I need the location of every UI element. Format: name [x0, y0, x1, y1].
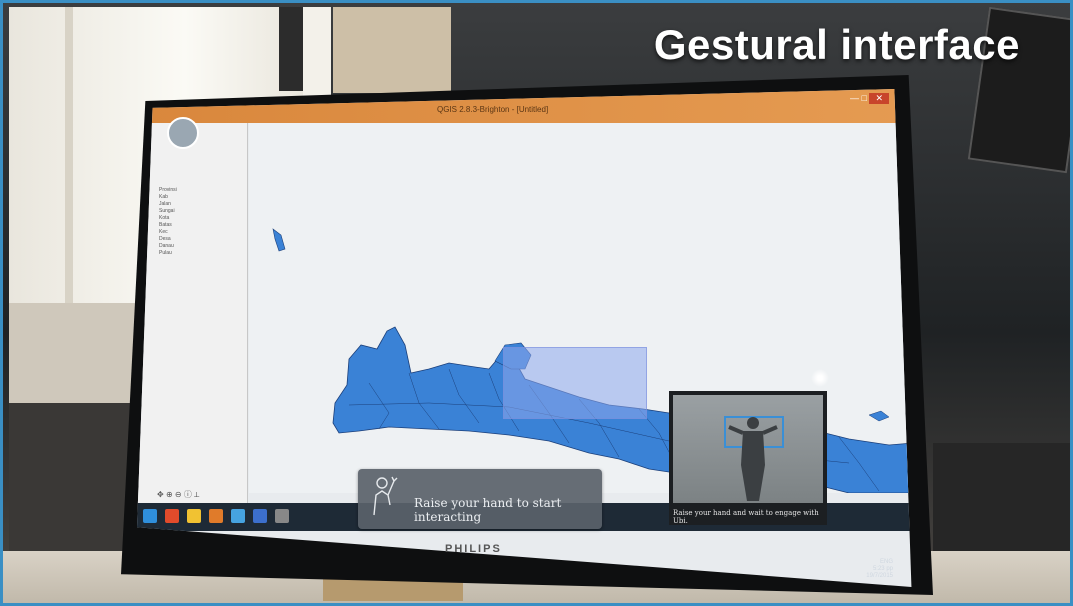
close-icon[interactable]: ✕ [869, 93, 889, 104]
measure-icon[interactable]: ⟂ [194, 490, 199, 499]
window-title: QGIS 2.8.3-Brighton - [Untitled] [437, 105, 549, 114]
identify-icon[interactable]: ⓘ [184, 490, 192, 499]
word-icon[interactable] [253, 509, 267, 523]
clock-time[interactable]: 5:23 pp [873, 566, 893, 572]
photo-frame: QGIS 2.8.3-Brighton - [Untitled] — □ ✕ P… [0, 0, 1073, 606]
raised-hand-icon [373, 476, 398, 516]
camera-silhouette [724, 416, 784, 501]
zoom-out-icon[interactable]: ⊖ [175, 490, 182, 499]
minimize-icon[interactable]: — [850, 93, 859, 103]
zoom-in-icon[interactable]: ⊕ [166, 490, 173, 499]
pan-icon[interactable]: ✥ [157, 490, 164, 499]
window-mullion [65, 7, 73, 307]
language-indicator[interactable]: ENG [880, 559, 893, 565]
chrome-icon[interactable] [165, 509, 179, 523]
system-tray: ENG 5:23 pp 19/7/2015 [866, 559, 893, 580]
window-controls: — □ ✕ [850, 93, 889, 104]
layers-panel: Provinsi Kab Jalan Sungai Kota Batas Kec… [137, 123, 248, 503]
start-icon[interactable] [143, 509, 157, 523]
camera-feed: Raise your hand and wait to engage with … [669, 391, 827, 525]
app-icon[interactable] [275, 509, 289, 523]
overlay-caption: Gestural interface [653, 21, 1020, 68]
zoom-selection[interactable] [503, 347, 647, 419]
maximize-icon[interactable]: □ [862, 93, 867, 103]
gesture-prompt: Raise your hand to start interacting [358, 469, 602, 529]
clock-date[interactable]: 19/7/2015 [866, 573, 893, 579]
map-island [272, 228, 286, 252]
camera-view [673, 395, 823, 503]
gesture-cursor-icon [167, 117, 199, 149]
gesture-prompt-text: Raise your hand to start interacting [414, 496, 562, 524]
map-islet [868, 410, 890, 422]
qgis-icon[interactable] [231, 509, 245, 523]
screen-glare [811, 369, 829, 387]
camera-caption: Raise your hand and wait to engage with … [673, 509, 819, 525]
folder-icon[interactable] [187, 509, 201, 523]
firefox-icon[interactable] [209, 509, 223, 523]
monitor-brand: PHILIPS [445, 543, 502, 555]
wall-panel [333, 7, 451, 93]
lamp-glow [303, 7, 331, 97]
